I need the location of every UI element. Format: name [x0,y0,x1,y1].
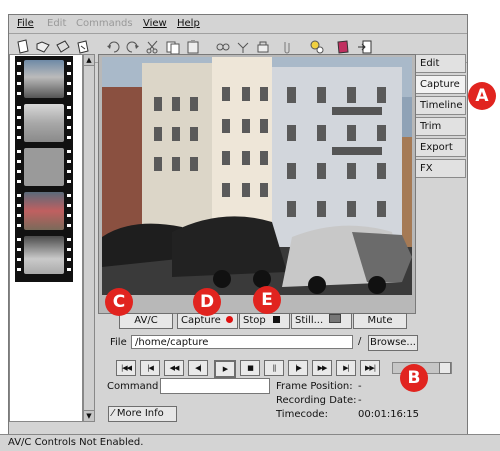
scissors-icon[interactable] [255,39,271,55]
callout-c: C [105,288,133,316]
recording-date-value: - [358,395,362,406]
menu-view[interactable]: View [143,18,167,29]
capture-label: Capture [181,315,221,326]
export-icon[interactable] [75,39,91,55]
pause-icon[interactable]: || [264,360,284,376]
camera-icon [329,314,342,323]
still-button[interactable]: Still... [291,313,352,329]
cut-icon[interactable] [145,39,161,55]
last-frame-icon[interactable]: ▶▶| [360,360,380,376]
attach-icon[interactable] [279,39,295,55]
menu-help[interactable]: Help [177,18,200,29]
callout-a: A [468,82,496,110]
tab-timeline[interactable]: Timeline [416,96,466,115]
film-strip [15,56,73,282]
command-input[interactable] [160,378,270,394]
fast-forward-icon[interactable]: ▶▶ [312,360,332,376]
redo-icon[interactable] [125,39,141,55]
rewind-icon[interactable]: ◀◀ [164,360,184,376]
scroll-up-icon[interactable]: ▲ [84,55,94,66]
save-icon[interactable] [55,39,71,55]
tab-capture[interactable]: Capture [416,75,466,94]
tab-edit[interactable]: Edit [416,54,466,73]
file-path-input[interactable]: /home/capture [131,335,353,349]
scroll-down-icon[interactable]: ▼ [84,410,94,421]
scene-thumbnail[interactable] [24,192,64,230]
new-icon[interactable] [15,39,31,55]
copy-icon[interactable] [165,39,181,55]
tab-export[interactable]: Export [416,138,466,157]
step-back-icon[interactable]: ◀| [188,360,208,376]
filmstrip-scrollbar[interactable]: ▲ ▼ [83,54,95,422]
exit-icon[interactable] [357,39,373,55]
callout-d: D [193,288,221,316]
more-info-button[interactable]: ⁄ More Info [108,406,177,422]
mute-button[interactable]: Mute [353,313,407,329]
scene-thumbnail[interactable] [24,148,64,186]
slider-handle[interactable] [439,362,451,374]
mode-tabs: Edit Capture Timeline Trim Export FX [416,54,466,180]
step-forward-icon[interactable]: |▶ [288,360,308,376]
menu-bar: File Edit Commands View Help [9,15,467,34]
record-dot-icon [225,316,233,323]
next-scene-icon[interactable]: ▶| [336,360,356,376]
link-icon[interactable] [215,39,231,55]
play-icon[interactable]: ▶ [214,360,236,378]
callout-e: E [253,286,281,314]
undo-icon[interactable] [105,39,121,55]
unlink-icon[interactable] [235,39,251,55]
scene-thumbnail[interactable] [24,236,64,274]
callout-b: B [400,364,428,392]
capture-viewer: AV/C Capture Stop Still... Mute [98,54,416,329]
command-label: Command [107,381,159,392]
status-bar: AV/C Controls Not Enabled. [0,434,500,451]
tab-trim[interactable]: Trim [416,117,466,136]
still-label: Still... [295,315,324,326]
menu-file[interactable]: File [17,18,34,29]
more-info-label: More Info [116,408,164,419]
first-frame-icon[interactable]: |◀◀ [116,360,136,376]
frame-position-value: - [358,381,362,392]
menu-commands[interactable]: Commands [76,18,133,29]
stop-icon[interactable]: ■ [240,360,260,376]
paste-icon[interactable] [185,39,201,55]
timecode-label: Timecode: [276,409,328,420]
open-icon[interactable] [35,39,51,55]
stop-square-icon [272,316,280,323]
book-icon[interactable] [335,39,351,55]
frame-position-label: Frame Position: [276,381,353,392]
file-separator: / [358,336,362,347]
file-label: File [110,337,127,348]
stop-label: Stop [243,315,266,326]
timecode-value: 00:01:16:15 [358,409,420,420]
video-preview [102,57,412,295]
stop-capture-button[interactable]: Stop [239,313,290,329]
scene-thumbnail[interactable] [24,104,64,142]
recording-date-label: Recording Date: [276,395,357,406]
scene-filmstrip [9,54,83,422]
avc-button[interactable]: AV/C [119,313,173,329]
browse-button[interactable]: Browse... [368,335,418,351]
prev-scene-icon[interactable]: |◀ [140,360,160,376]
light-icon[interactable] [309,39,325,55]
menu-edit[interactable]: Edit [47,18,66,29]
tab-fx[interactable]: FX [416,159,466,178]
scene-thumbnail[interactable] [24,60,64,98]
